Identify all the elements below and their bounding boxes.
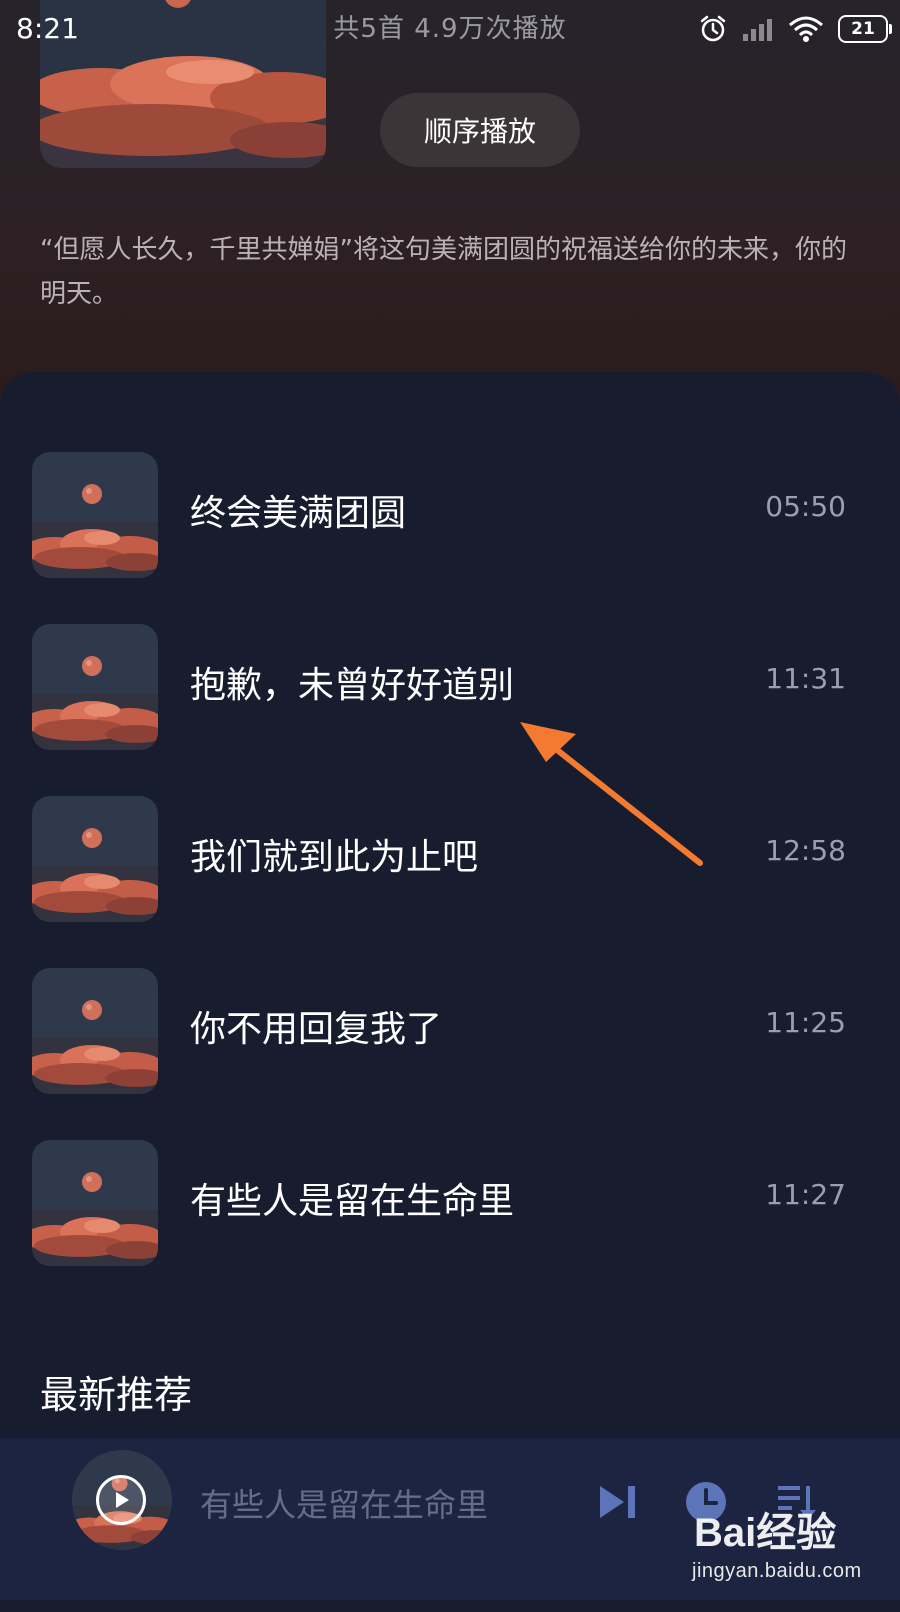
song-duration: 11:31 xyxy=(765,662,846,695)
play-order-button[interactable]: 顺序播放 xyxy=(380,93,580,167)
song-duration: 11:27 xyxy=(765,1178,846,1211)
signal-icon xyxy=(743,19,772,41)
song-row[interactable]: 终会美满团圆 05:50 xyxy=(0,448,900,578)
song-row[interactable]: 抱歉，未曾好好道别 11:31 xyxy=(0,620,900,750)
song-thumbnail xyxy=(32,968,158,1094)
song-thumbnail xyxy=(32,624,158,750)
song-thumbnail xyxy=(32,1140,158,1266)
latest-recommend-heading: 最新推荐 xyxy=(40,1373,193,1417)
song-title: 你不用回复我了 xyxy=(190,1009,443,1050)
song-title: 终会美满团圆 xyxy=(190,493,407,534)
now-playing-disc[interactable] xyxy=(72,1450,172,1550)
play-button[interactable] xyxy=(96,1475,146,1525)
song-title: 抱歉，未曾好好道别 xyxy=(190,665,515,706)
alarm-icon xyxy=(700,15,726,42)
battery-indicator: 21 xyxy=(838,15,892,43)
song-title: 有些人是留在生命里 xyxy=(190,1181,515,1222)
song-thumbnail xyxy=(32,796,158,922)
song-row[interactable]: 你不用回复我了 11:25 xyxy=(0,964,900,1094)
song-title: 我们就到此为止吧 xyxy=(190,837,479,878)
baidu-jingyan-watermark: Bai经验 jingyan.baidu.com xyxy=(688,1500,888,1595)
playlist-header: 共5首 4.9万次播放 顺序播放 “但愿人长久，千里共婵娟”将这句美满团圆的祝福… xyxy=(0,0,900,420)
song-thumbnail xyxy=(32,452,158,578)
song-row[interactable]: 我们就到此为止吧 12:58 xyxy=(0,792,900,922)
song-duration: 05:50 xyxy=(765,490,846,523)
song-duration: 12:58 xyxy=(765,834,846,867)
skip-next-icon[interactable] xyxy=(596,1480,640,1524)
status-time: 8:21 xyxy=(16,12,79,45)
status-bar: 8:21 21 xyxy=(0,0,900,60)
status-icons: 21 xyxy=(698,14,892,44)
song-list-panel: 终会美满团圆 05:50 抱歉，未曾好好道别 11:31 我们就到此为止吧 12… xyxy=(0,372,900,1612)
song-duration: 11:25 xyxy=(765,1006,846,1039)
playlist-description: “但愿人长久，千里共婵娟”将这句美满团圆的祝福送给你的未来，你的明天。 xyxy=(40,235,847,309)
wifi-icon xyxy=(789,16,823,42)
song-row[interactable]: 有些人是留在生命里 11:27 xyxy=(0,1136,900,1266)
play-icon xyxy=(116,1492,129,1508)
orange-arrow-annotation xyxy=(520,722,703,866)
watermark-url: jingyan.baidu.com xyxy=(692,1560,862,1582)
now-playing-title: 有些人是留在生命里 xyxy=(200,1486,489,1524)
watermark-brand: Bai经验 xyxy=(694,1511,837,1555)
